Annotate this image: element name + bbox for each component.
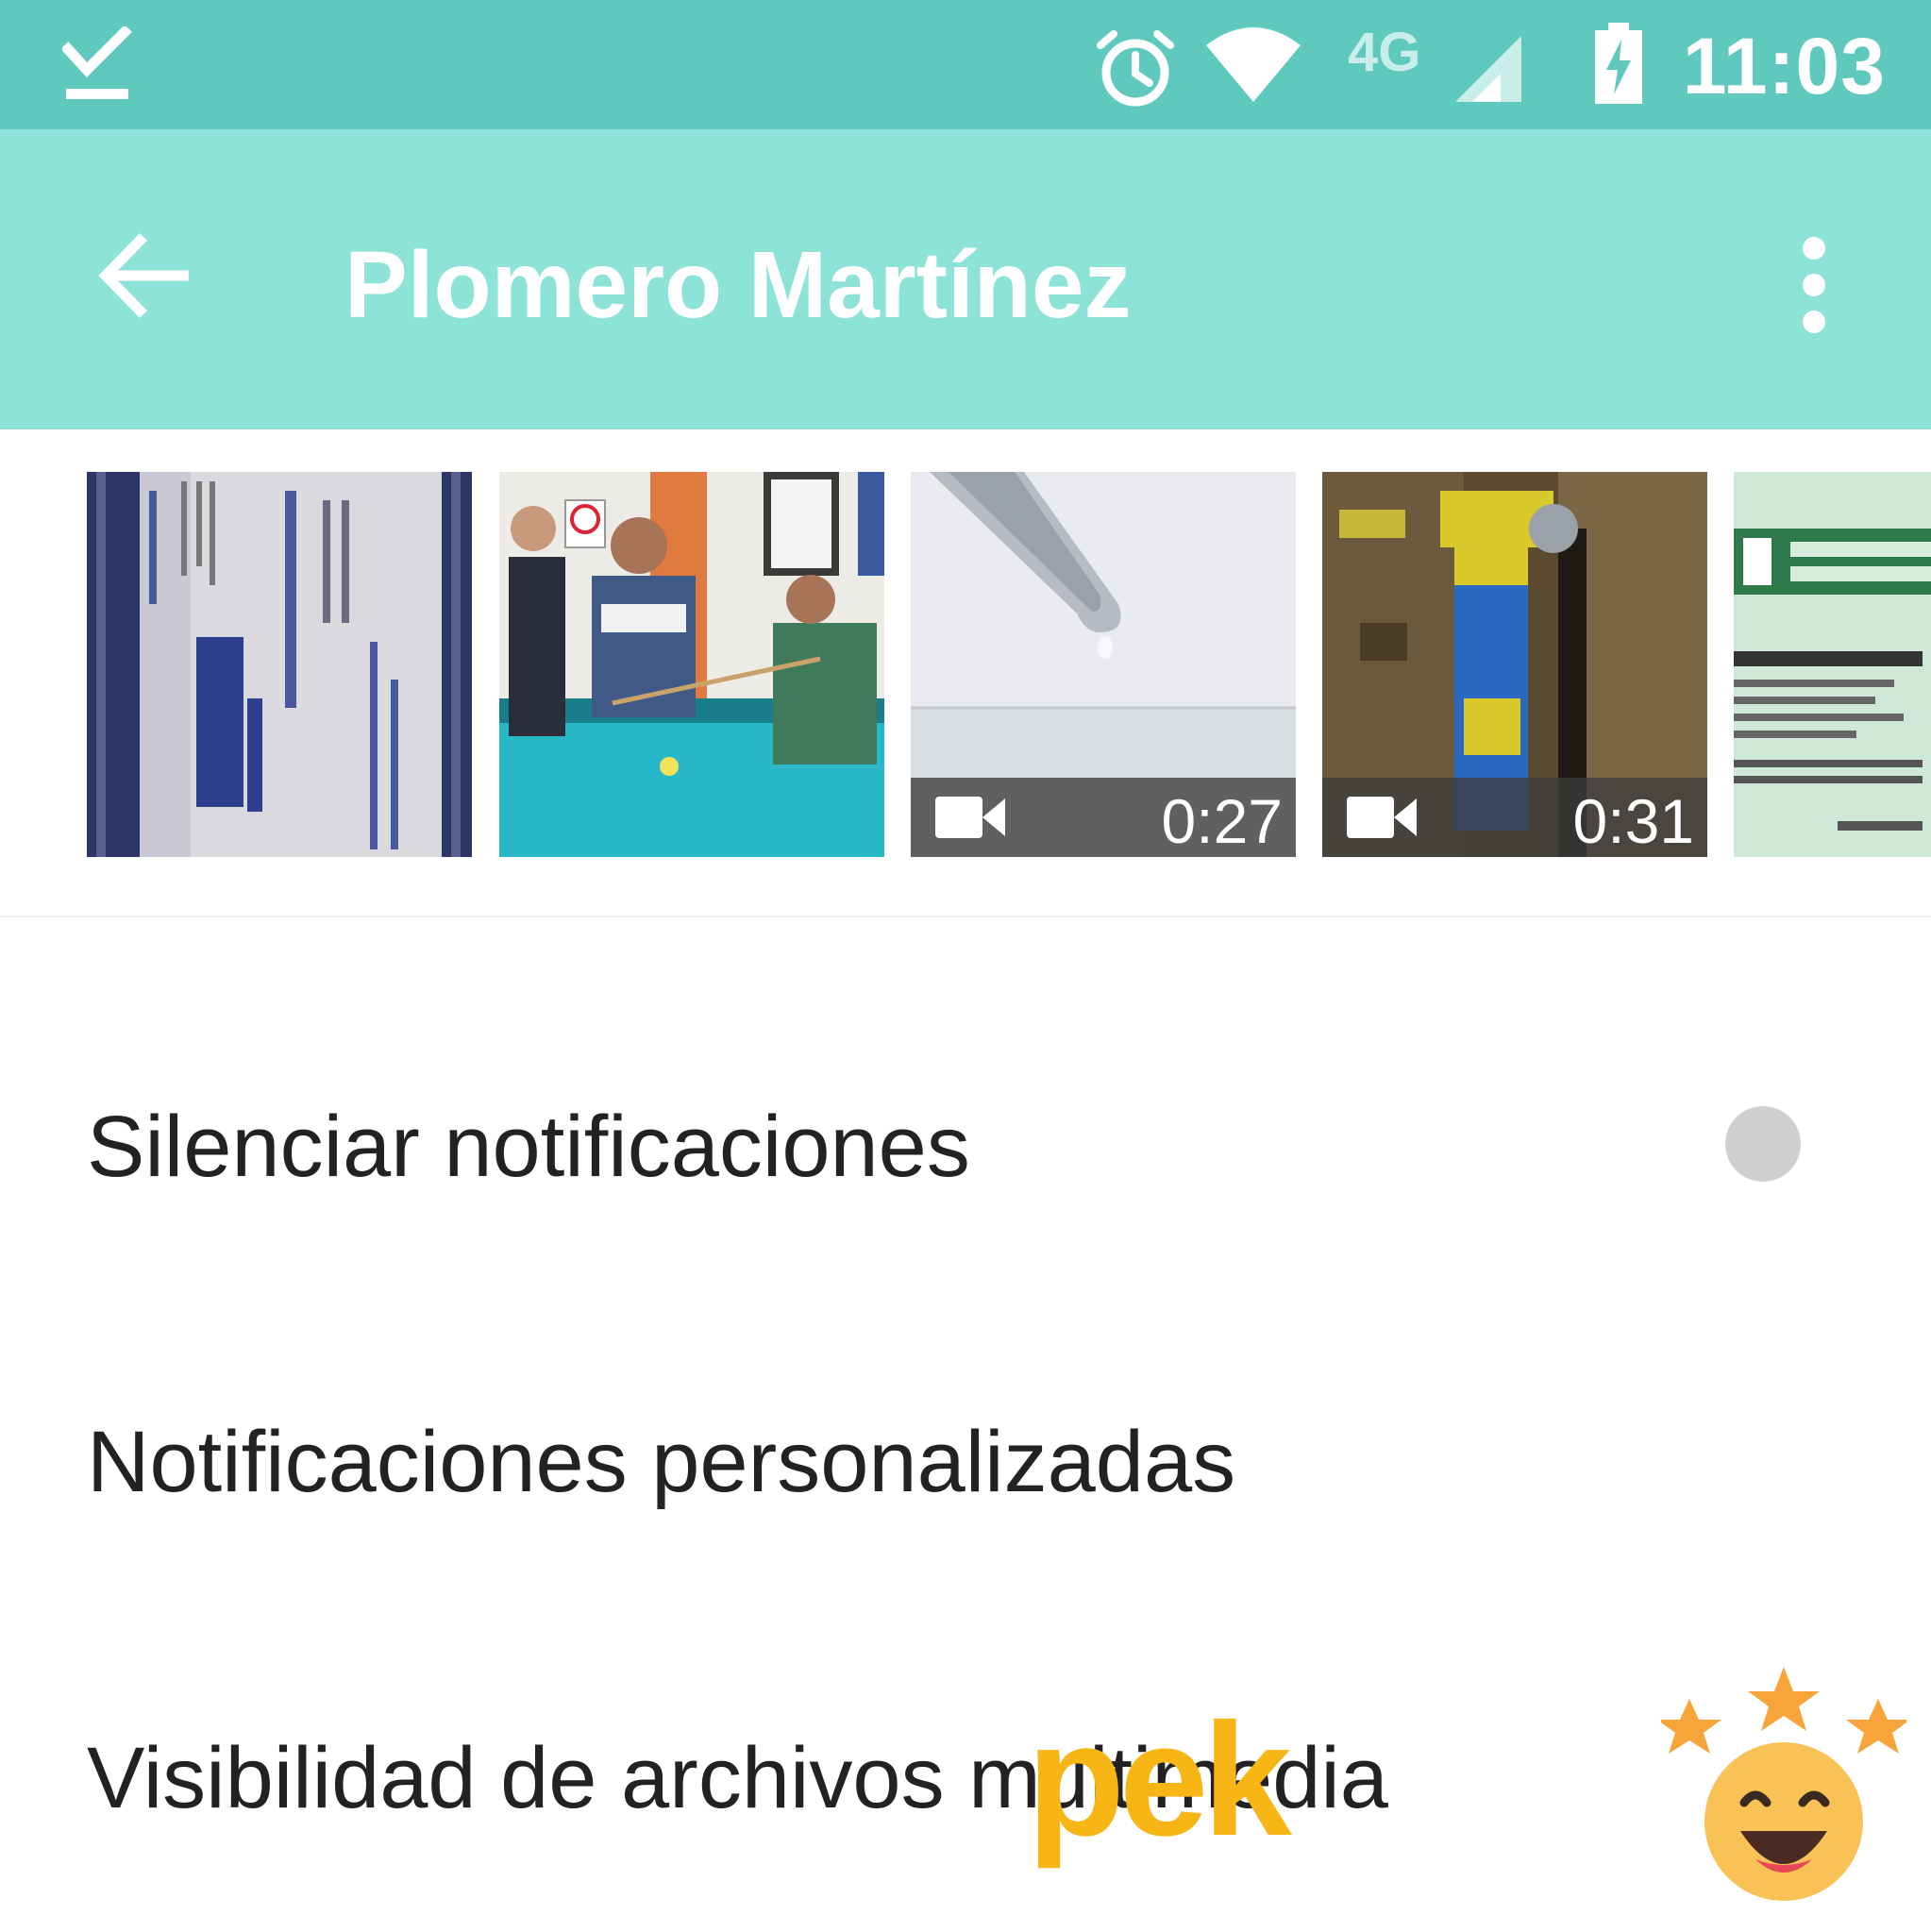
media-thumbnail-business-card[interactable] <box>87 472 472 857</box>
setting-mute-notifications[interactable]: Silenciar notificaciones <box>87 1098 970 1197</box>
video-duration: 0:27 <box>1161 786 1283 856</box>
watermark-logo-text: pek <box>1027 1690 1292 1870</box>
alarm-icon <box>1097 30 1174 107</box>
status-bar: 4G 11:03 <box>0 0 1931 129</box>
setting-custom-notifications[interactable]: Notificaciones personalizadas <box>87 1413 1235 1512</box>
media-thumbnail-pool-hall[interactable] <box>499 472 884 857</box>
wifi-icon <box>1206 27 1301 102</box>
signal-icon <box>1455 36 1521 102</box>
media-thumbnail-receipt[interactable] <box>1734 472 1931 857</box>
video-overlay: 0:27 <box>911 778 1296 857</box>
setting-custom-label: Notificaciones personalizadas <box>87 1414 1236 1510</box>
app-bar: Plomero Martínez <box>0 129 1931 429</box>
battery-charging-icon <box>1595 23 1642 104</box>
business-card-image <box>87 472 472 857</box>
overflow-menu-button[interactable] <box>1784 233 1844 337</box>
media-strip[interactable]: 0:27 0:31 <box>0 429 1931 917</box>
videocam-icon <box>1347 797 1417 838</box>
network-type-label: 4G <box>1348 22 1421 83</box>
status-time: 11:03 <box>1682 22 1886 110</box>
video-duration: 0:31 <box>1572 786 1694 856</box>
receipt-image <box>1734 472 1931 857</box>
arrow-back-icon <box>98 233 189 318</box>
download-done-icon <box>62 26 132 99</box>
more-vert-icon <box>1803 237 1825 333</box>
setting-mute-label: Silenciar notificaciones <box>87 1099 970 1195</box>
laughing-emoji-stars-icon <box>1661 1667 1906 1901</box>
back-button[interactable] <box>94 224 198 328</box>
pool-hall-image <box>499 472 884 857</box>
mute-notifications-toggle[interactable] <box>1671 1106 1812 1182</box>
toggle-knob <box>1725 1106 1801 1182</box>
media-thumbnail-video-2[interactable]: 0:31 <box>1322 472 1707 857</box>
videocam-icon <box>935 797 1005 838</box>
media-thumbnail-video-1[interactable]: 0:27 <box>911 472 1296 857</box>
contact-name-title: Plomero Martínez <box>344 232 1132 338</box>
video-overlay: 0:31 <box>1322 778 1707 857</box>
